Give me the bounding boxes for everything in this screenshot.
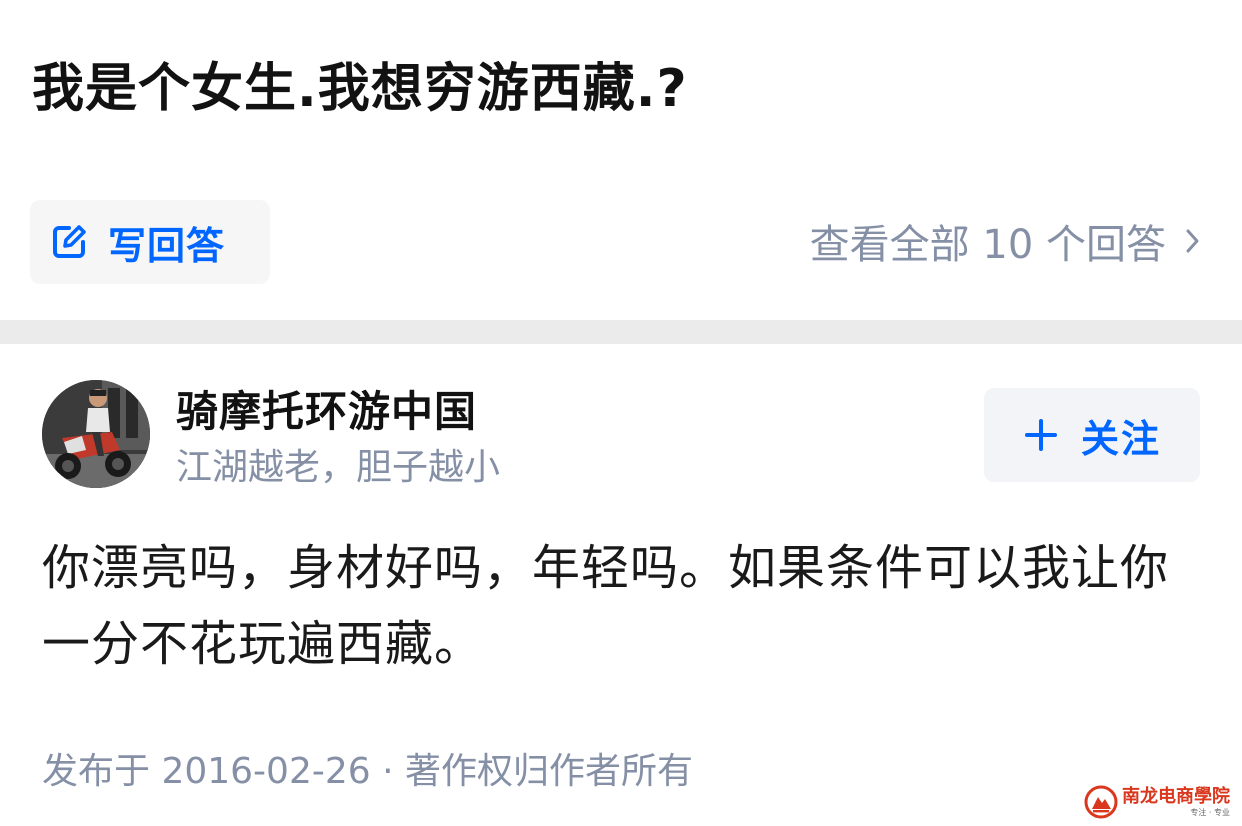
write-answer-button[interactable]: 写回答 (30, 200, 270, 284)
answer-meta: 发布于 2016-02-26 · 著作权归作者所有 (42, 751, 693, 792)
author-name[interactable]: 骑摩托环游中国 (176, 378, 477, 439)
edit-icon (48, 221, 90, 263)
watermark-subtext: 专注 · 专业 (1190, 807, 1230, 817)
watermark-text: 南龙电商學院 (1122, 785, 1230, 807)
follow-label: 关注 (1080, 416, 1161, 461)
view-all-answers-link[interactable]: 查看全部 10 个回答 (810, 212, 1206, 270)
plus-icon (1023, 417, 1059, 453)
view-all-label: 查看全部 10 个回答 (809, 222, 1166, 268)
watermark: 南龙电商學院 专注 · 专业 (1084, 782, 1234, 822)
answer-content[interactable]: 你漂亮吗，身材好吗，年轻吗。如果条件可以我让你一分不花玩遍西藏。 (42, 530, 1202, 682)
chevron-right-icon (1180, 221, 1206, 261)
write-answer-label: 写回答 (108, 223, 226, 268)
watermark-logo-icon (1084, 785, 1118, 819)
follow-button[interactable]: 关注 (984, 388, 1200, 482)
author-avatar[interactable] (42, 380, 150, 488)
question-title: 我是个女生.我想穷游西藏.? (32, 59, 688, 119)
section-divider (0, 320, 1242, 344)
author-headline: 江湖越老，胆子越小 (176, 447, 501, 488)
